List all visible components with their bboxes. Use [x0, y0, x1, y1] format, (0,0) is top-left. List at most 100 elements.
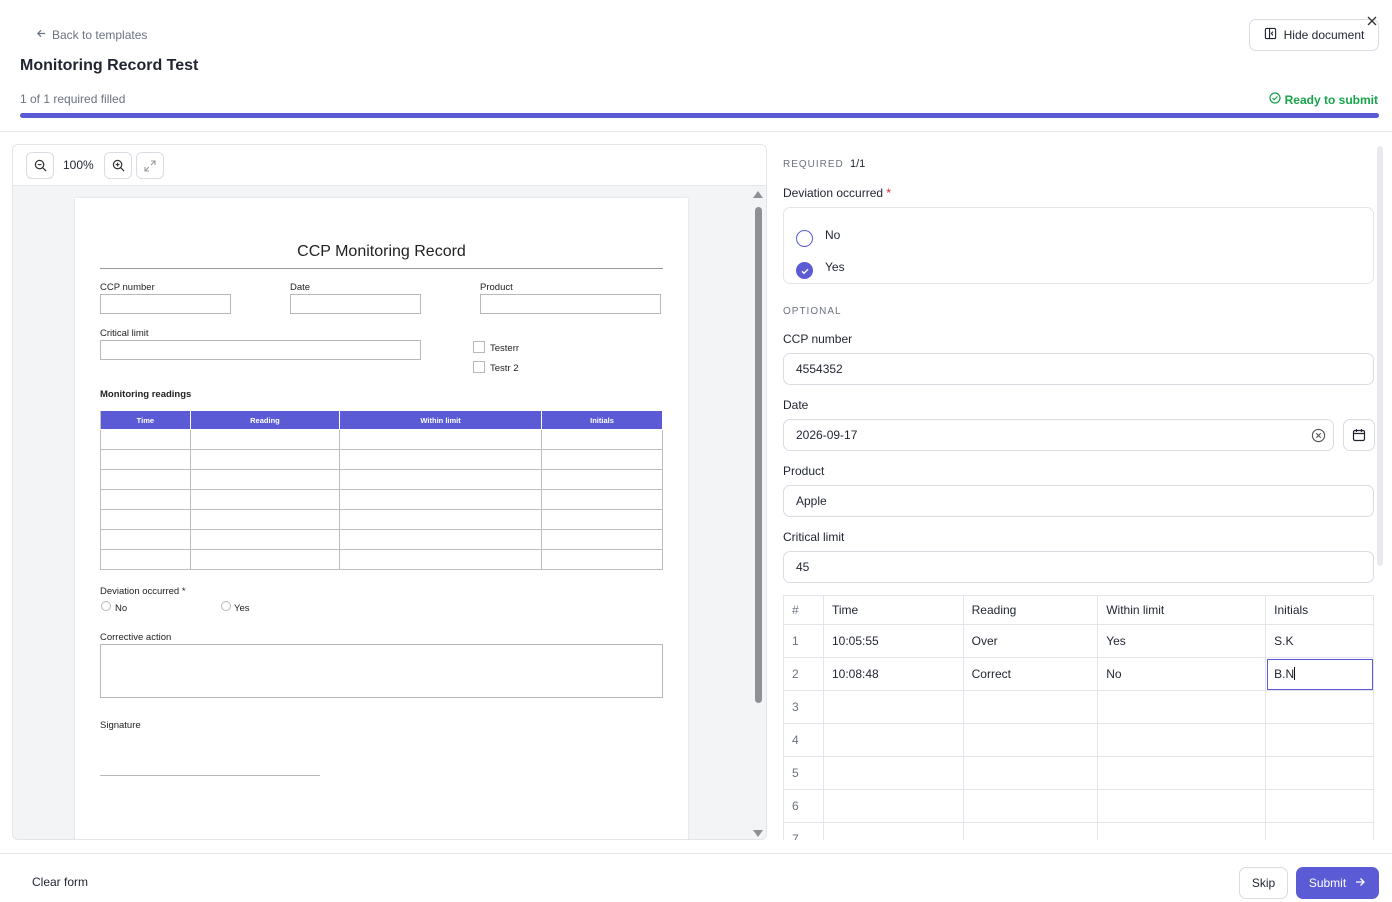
- radio-option-yes[interactable]: Yes: [796, 254, 845, 279]
- grid-cell-within[interactable]: Yes: [1097, 624, 1266, 658]
- doc-radio-no: [101, 601, 111, 611]
- doc-table-cell: [339, 509, 543, 530]
- scroll-down-icon[interactable]: [753, 830, 763, 837]
- header: Back to templates Monitoring Record Test…: [0, 0, 1392, 132]
- doc-table-cell: [189, 549, 341, 570]
- progress-bar: [20, 113, 1379, 118]
- grid-cell-within[interactable]: No: [1097, 657, 1266, 691]
- text-caret: [1294, 667, 1296, 680]
- grid-cell-initials[interactable]: B.N: [1265, 657, 1374, 691]
- critical-limit-label: Critical limit: [783, 530, 845, 544]
- grid-cell-within[interactable]: [1097, 822, 1266, 840]
- page-title: Monitoring Record Test: [20, 57, 199, 74]
- doc-monitoring-heading: Monitoring readings: [100, 389, 192, 400]
- grid-header: #: [783, 595, 824, 625]
- grid-cell-reading[interactable]: Over: [962, 624, 1098, 658]
- date-input[interactable]: 2026-09-17: [783, 419, 1334, 451]
- readings-grid: # Time Reading Within limit Initials 1 10:05:…: [783, 595, 1374, 840]
- back-to-templates-link[interactable]: Back to templates: [36, 28, 147, 42]
- viewer-scroll-thumb[interactable]: [755, 207, 762, 703]
- submit-label: Submit: [1308, 876, 1347, 890]
- grid-cell-reading[interactable]: [962, 789, 1098, 823]
- form-scrollbar[interactable]: [1377, 146, 1383, 566]
- doc-table-cell: [339, 489, 543, 510]
- grid-cell-reading[interactable]: [962, 690, 1098, 724]
- grid-cell-time[interactable]: [823, 690, 964, 724]
- form-panel: REQUIRED 1/1 Deviation occurred * No Yes…: [770, 144, 1386, 840]
- viewer-scrollbar[interactable]: [753, 189, 763, 839]
- clear-form-button[interactable]: Clear form: [32, 875, 88, 889]
- doc-checkbox-1-label: Testerr: [490, 343, 520, 354]
- grid-row: 4: [783, 723, 1374, 757]
- hide-document-button[interactable]: Hide document: [1249, 19, 1379, 51]
- arrow-left-icon: [36, 28, 47, 42]
- grid-row: 7: [783, 822, 1374, 840]
- doc-table-cell: [189, 469, 341, 490]
- title-divider: [100, 268, 663, 269]
- grid-cell-time[interactable]: 10:08:48: [823, 657, 964, 691]
- fullscreen-button[interactable]: [136, 152, 164, 179]
- doc-critical-field: [100, 340, 421, 360]
- ccp-number-input[interactable]: 4554352: [783, 353, 1374, 385]
- document-title: CCP Monitoring Record: [297, 243, 466, 260]
- footer: Clear form Skip Submit: [0, 853, 1392, 902]
- doc-ccp-field: [100, 294, 231, 314]
- doc-table-cell: [100, 549, 191, 570]
- doc-table-row: [100, 529, 663, 550]
- doc-checkbox-1: [473, 341, 485, 353]
- back-label: Back to templates: [52, 28, 148, 42]
- submit-button[interactable]: Submit: [1296, 867, 1379, 899]
- grid-row: 5: [783, 756, 1374, 790]
- grid-cell-initials[interactable]: [1265, 690, 1374, 724]
- doc-table-cell: [339, 429, 543, 450]
- zoom-in-button[interactable]: [104, 152, 132, 179]
- grid-cell-time[interactable]: 10:05:55: [823, 624, 964, 658]
- deviation-label-text: Deviation occurred: [783, 186, 884, 200]
- doc-corrective-label: Corrective action: [100, 632, 172, 643]
- doc-table-header: Initials: [541, 410, 663, 430]
- doc-radio-no-label: No: [115, 603, 128, 614]
- doc-table-cell: [541, 529, 663, 550]
- radio-option-no[interactable]: No: [796, 222, 840, 247]
- grid-cell-initials[interactable]: [1265, 789, 1374, 823]
- doc-signature-label: Signature: [100, 720, 141, 731]
- grid-cell-time[interactable]: [823, 822, 964, 840]
- zoom-out-button[interactable]: [26, 152, 54, 179]
- grid-cell-reading[interactable]: [962, 756, 1098, 790]
- radio-no-circle[interactable]: [796, 230, 813, 247]
- doc-signature-line: [100, 775, 320, 776]
- doc-table-row: [100, 549, 663, 570]
- close-button[interactable]: [1366, 14, 1378, 32]
- grid-cell-initials[interactable]: S.K: [1265, 624, 1374, 658]
- check-icon: [801, 268, 808, 274]
- grid-cell-initials[interactable]: [1265, 756, 1374, 790]
- scroll-up-icon[interactable]: [753, 191, 763, 198]
- doc-critical-label: Critical limit: [100, 328, 149, 339]
- progress-bar-fill: [20, 113, 1379, 118]
- doc-table-cell: [339, 449, 543, 470]
- grid-cell-within[interactable]: [1097, 789, 1266, 823]
- grid-cell-initials[interactable]: [1265, 822, 1374, 840]
- grid-cell-reading[interactable]: [962, 723, 1098, 757]
- doc-table-row: [100, 509, 663, 530]
- grid-cell-initials[interactable]: [1265, 723, 1374, 757]
- grid-cell-within[interactable]: [1097, 756, 1266, 790]
- doc-table-cell: [339, 549, 543, 570]
- radio-yes-checked[interactable]: [796, 262, 813, 279]
- grid-row: 2 10:08:48 Correct No B.N: [783, 657, 1374, 691]
- doc-table-row: [100, 429, 663, 450]
- grid-cell-time[interactable]: [823, 789, 964, 823]
- critical-limit-input[interactable]: 45: [783, 551, 1374, 583]
- product-input[interactable]: Apple: [783, 485, 1374, 517]
- grid-cell-reading[interactable]: Correct: [962, 657, 1098, 691]
- grid-cell-within[interactable]: [1097, 690, 1266, 724]
- grid-cell-reading[interactable]: [962, 822, 1098, 840]
- skip-button[interactable]: Skip: [1239, 867, 1288, 899]
- grid-row-number: 5: [783, 756, 824, 790]
- grid-row-number: 2: [783, 657, 824, 691]
- grid-cell-time[interactable]: [823, 723, 964, 757]
- grid-cell-time[interactable]: [823, 756, 964, 790]
- clear-date-icon[interactable]: [1311, 428, 1326, 446]
- grid-cell-within[interactable]: [1097, 723, 1266, 757]
- calendar-button[interactable]: [1343, 419, 1375, 451]
